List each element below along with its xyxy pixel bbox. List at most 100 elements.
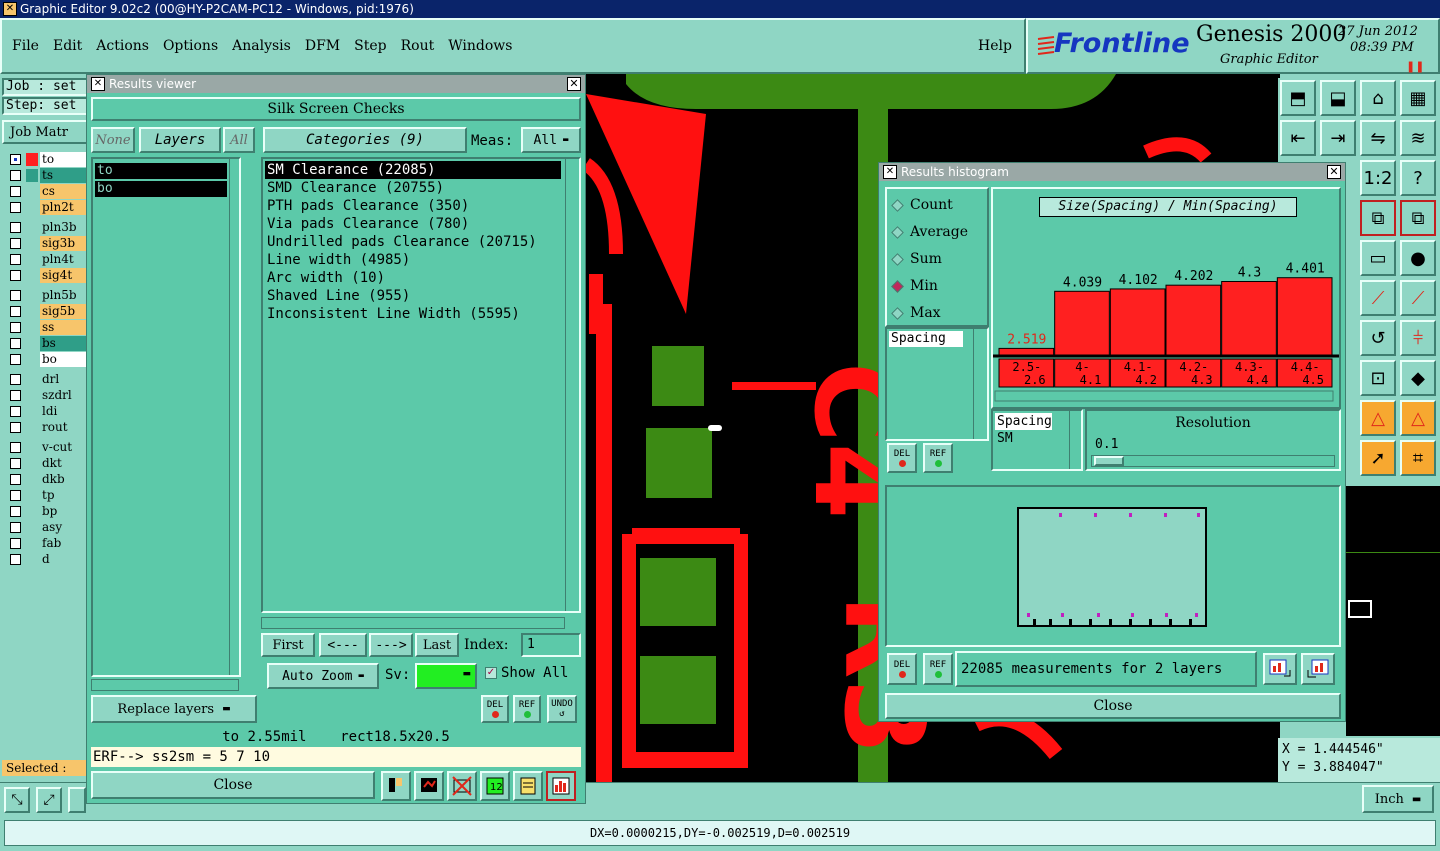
notes-button[interactable] xyxy=(513,771,543,801)
spacing-list-scrollbar[interactable] xyxy=(973,329,985,439)
next-button[interactable]: ---> xyxy=(369,633,413,657)
layer-row[interactable]: pln5b xyxy=(6,288,86,304)
histogram-bar[interactable] xyxy=(1221,281,1277,356)
layer-color-swatch[interactable] xyxy=(26,305,38,318)
close-icon[interactable]: ✕ xyxy=(1327,165,1341,179)
category-item[interactable]: Arc width (10) xyxy=(265,269,561,287)
layer-type-scrollbar[interactable] xyxy=(1069,411,1081,469)
replace-layers-select[interactable]: Replace layers ▬ xyxy=(91,695,257,723)
layer-color-swatch[interactable] xyxy=(26,489,38,502)
ruler-button[interactable]: ▭ xyxy=(1360,240,1396,276)
layer-type-item[interactable]: Spacing xyxy=(995,413,1052,430)
layer-color-swatch[interactable] xyxy=(26,405,38,418)
result-layer-item[interactable]: to xyxy=(95,163,227,179)
layer-checkbox[interactable] xyxy=(10,406,21,417)
layer-compare-button[interactable]: ⧉ xyxy=(1360,200,1396,236)
histogram-bar[interactable] xyxy=(1054,290,1110,356)
radio-sum[interactable]: Sum xyxy=(891,249,942,269)
radio-max[interactable]: Max xyxy=(891,303,941,323)
layer-checkbox[interactable] xyxy=(10,458,21,469)
layer-checkbox[interactable] xyxy=(10,374,21,385)
category-item[interactable]: Undrilled pads Clearance (20715) xyxy=(265,233,561,251)
histogram-bar[interactable] xyxy=(998,347,1055,356)
layer-checkbox[interactable] xyxy=(10,270,21,281)
layer-color-swatch[interactable] xyxy=(26,553,38,566)
layer-row[interactable]: fab xyxy=(6,536,86,552)
del-button[interactable]: DEL xyxy=(481,695,509,723)
grid-button[interactable]: ▦ xyxy=(1400,80,1436,116)
menu-options[interactable]: Options xyxy=(163,38,218,54)
layer-color-swatch[interactable] xyxy=(26,353,38,366)
layer-checkbox[interactable] xyxy=(10,322,21,333)
all-layers-button[interactable]: All xyxy=(223,127,255,153)
layer-checkbox[interactable] xyxy=(10,522,21,533)
mirror-button[interactable]: ⇋ xyxy=(1360,120,1396,156)
zoom-box-button[interactable]: ⤢ xyxy=(36,787,62,813)
layer-color-swatch[interactable] xyxy=(26,373,38,386)
layer-checkbox[interactable] xyxy=(10,170,21,181)
menu-edit[interactable]: Edit xyxy=(53,38,82,54)
hist-del-button[interactable]: DEL xyxy=(887,443,917,473)
outline-b-button[interactable]: △ xyxy=(1400,400,1436,436)
layer-color-swatch[interactable] xyxy=(26,505,38,518)
layer-row[interactable]: bo xyxy=(6,352,86,368)
layer-checkbox[interactable] xyxy=(10,490,21,501)
index-input[interactable]: 1 xyxy=(521,633,581,657)
measure-line-button[interactable]: ⟋ xyxy=(1360,280,1396,316)
category-item[interactable]: Line width (4985) xyxy=(265,251,561,269)
menu-actions[interactable]: Actions xyxy=(96,38,149,54)
layer-color-swatch[interactable] xyxy=(26,269,38,282)
snap-left-button[interactable]: ⇤ xyxy=(1280,120,1316,156)
pad-mark-button[interactable]: ⫩ xyxy=(1400,320,1436,356)
layer-checkbox[interactable] xyxy=(10,254,21,265)
layer-row[interactable]: ts xyxy=(6,168,86,184)
histogram-bar[interactable] xyxy=(1276,277,1333,356)
resolution-slider[interactable] xyxy=(1091,455,1335,467)
spacing-list-item[interactable]: Spacing xyxy=(889,331,963,347)
histogram-import-button[interactable] xyxy=(1301,653,1335,685)
top-view-button[interactable]: ⬒ xyxy=(1280,80,1316,116)
menu-help[interactable]: Help xyxy=(978,38,1012,54)
layers-button[interactable]: Layers xyxy=(139,127,221,153)
layer-row[interactable]: pln4t xyxy=(6,252,86,268)
filter-off-button[interactable] xyxy=(447,771,477,801)
show-all-checkbox[interactable]: ✓ xyxy=(485,667,497,679)
menu-file[interactable]: File xyxy=(12,38,39,54)
category-item[interactable]: Inconsistent Line Width (5595) xyxy=(265,305,561,323)
menu-analysis[interactable]: Analysis xyxy=(232,38,291,54)
meas-select[interactable]: All ▬ xyxy=(521,127,581,153)
layer-row[interactable]: cs xyxy=(6,184,86,200)
sv-color-select[interactable]: ▬ xyxy=(415,663,477,689)
arc-button[interactable]: ↺ xyxy=(1360,320,1396,356)
layer-checkbox[interactable] xyxy=(10,422,21,433)
layer-color-swatch[interactable] xyxy=(26,237,38,250)
layer-row[interactable]: pln2t xyxy=(6,200,86,216)
preview-del-button[interactable]: DEL xyxy=(887,653,917,685)
layer-row[interactable]: dkt xyxy=(6,456,86,472)
report-button[interactable] xyxy=(414,771,444,801)
layer-checkbox[interactable] xyxy=(10,354,21,365)
help-button[interactable]: ? xyxy=(1400,160,1436,196)
layer-color-swatch[interactable] xyxy=(26,253,38,266)
layer-color-swatch[interactable] xyxy=(26,389,38,402)
layer-color-swatch[interactable] xyxy=(26,473,38,486)
layer-row[interactable]: to xyxy=(6,152,86,168)
layer-checkbox[interactable] xyxy=(10,290,21,301)
home-button[interactable]: ⌂ xyxy=(1360,80,1396,116)
layer-row[interactable]: szdrl xyxy=(6,388,86,404)
job-matrix-button[interactable]: Job Matr xyxy=(2,120,88,144)
layer-checkbox[interactable] xyxy=(10,238,21,249)
layer-list-hscroll[interactable] xyxy=(91,679,239,691)
route-button[interactable]: ≋ xyxy=(1400,120,1436,156)
layer-color-swatch[interactable] xyxy=(26,321,38,334)
close-button[interactable]: Close xyxy=(91,771,375,799)
slider-thumb[interactable] xyxy=(1094,456,1124,466)
layer-checkbox[interactable] xyxy=(10,154,21,165)
layer-checkbox[interactable] xyxy=(10,538,21,549)
layer-row[interactable]: rout xyxy=(6,420,86,436)
prev-button[interactable]: <--- xyxy=(319,633,367,657)
layer-color-swatch[interactable] xyxy=(26,537,38,550)
hist-ref-button[interactable]: REF xyxy=(923,443,953,473)
layer-color-swatch[interactable] xyxy=(26,441,38,454)
board-preview[interactable] xyxy=(885,485,1341,647)
